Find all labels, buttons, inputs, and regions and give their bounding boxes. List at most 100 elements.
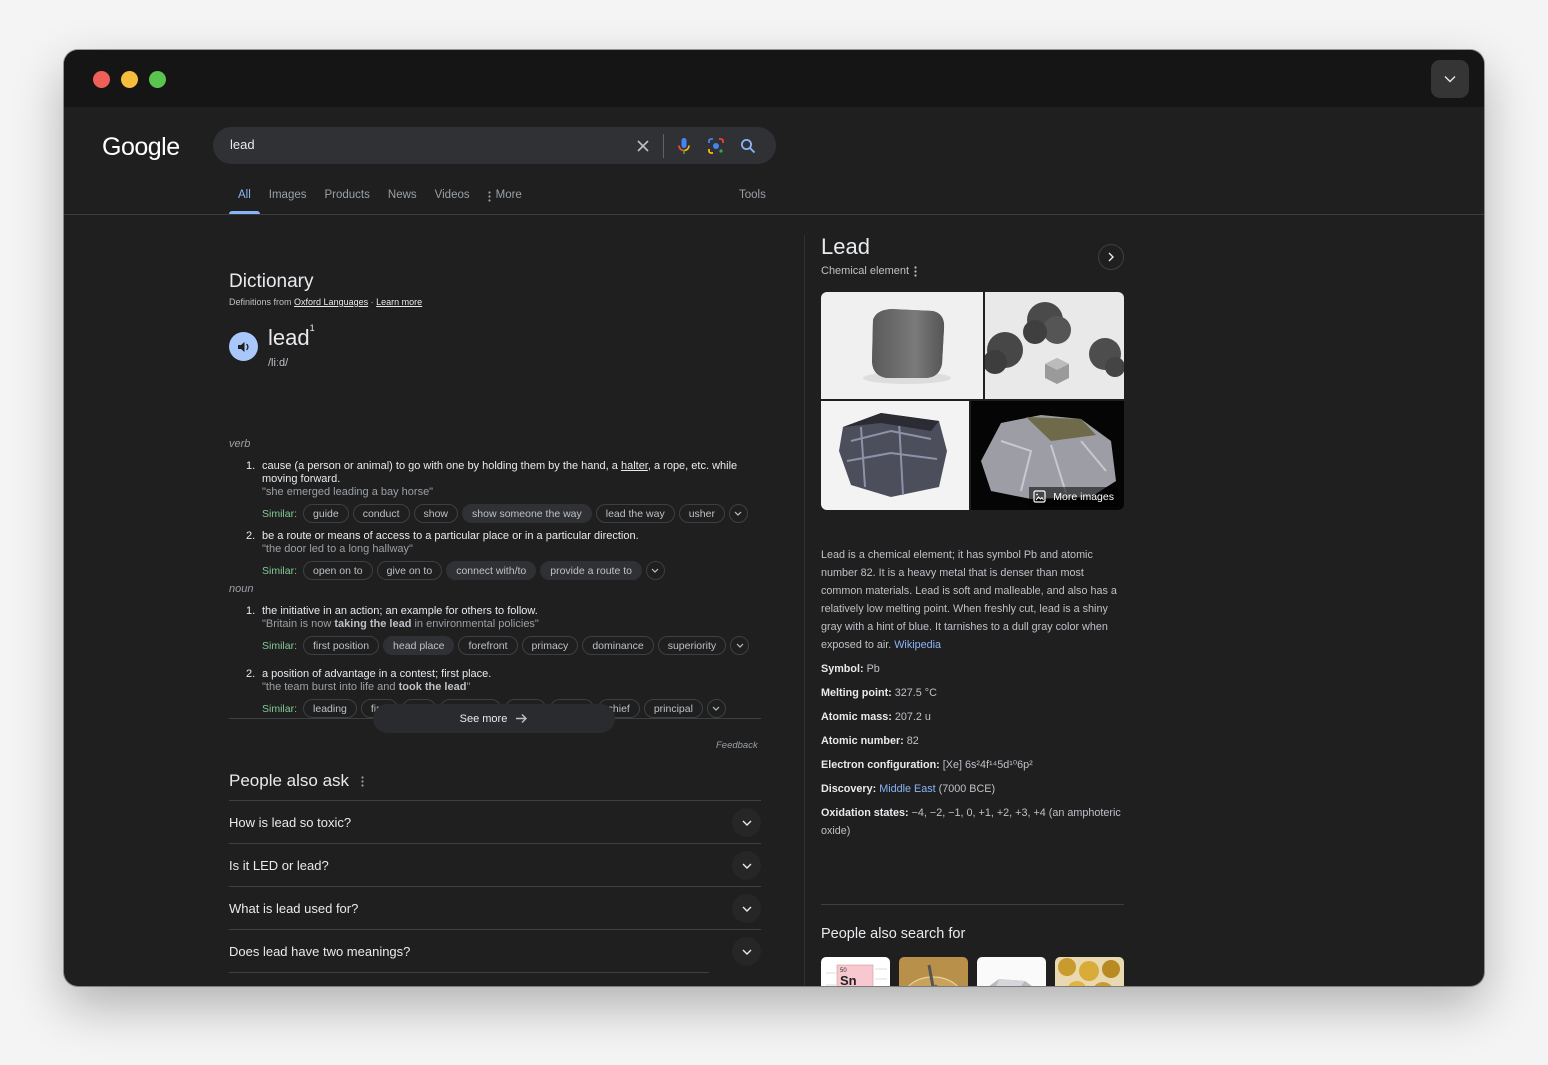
mercury-thumbnail[interactable] xyxy=(899,957,968,986)
similar-word-chip[interactable]: show xyxy=(413,504,459,523)
chevron-down-icon xyxy=(1444,76,1456,83)
phonetic: /liːd/ xyxy=(268,357,289,369)
verb-definition-2: 2. be a route or means of access to a pa… xyxy=(246,530,761,556)
chevron-down-icon[interactable] xyxy=(732,808,761,837)
chevron-down-icon[interactable] xyxy=(732,937,761,966)
kp-next-button[interactable] xyxy=(1098,244,1124,270)
similar-word-chip[interactable]: primacy xyxy=(521,636,579,655)
dictionary-title: Dictionary xyxy=(229,271,314,292)
noun-definition-1: 1. the initiative in an action; an examp… xyxy=(246,605,761,631)
search-icon[interactable] xyxy=(732,130,764,162)
kp-facts: Symbol: Pb Melting point: 327.5 °C Atomi… xyxy=(821,660,1124,846)
definition-example: "she emerged leading a bay horse" xyxy=(262,486,434,498)
google-logo[interactable]: Google xyxy=(102,133,180,162)
oxford-languages-link[interactable]: Oxford Languages xyxy=(294,297,368,307)
headword: lead1 xyxy=(268,323,315,351)
similar-words-verb-2: Similar: open on to give on to connect with… xyxy=(262,561,665,580)
search-input[interactable]: lead xyxy=(230,137,255,152)
see-more-button[interactable]: See more xyxy=(373,704,615,733)
browser-window: Google lead All Images Products News Vid… xyxy=(64,50,1484,986)
paa-question[interactable]: Is it LED or lead? xyxy=(229,843,761,886)
search-bar[interactable]: lead xyxy=(213,127,776,164)
similar-word-chip[interactable]: provide a route to xyxy=(540,561,642,580)
brass-thumbnail[interactable] xyxy=(1055,957,1124,986)
definition-example: "the team burst into life and took the l… xyxy=(262,681,471,693)
dictionary-source: Definitions from Oxford Languages · Lear… xyxy=(229,297,422,307)
fact-discovery: Discovery: Middle East (7000 BCE) xyxy=(821,783,996,795)
tab-more[interactable]: More xyxy=(479,187,531,212)
paa-question[interactable]: What is lead used for? xyxy=(229,886,761,929)
similar-word-chip[interactable]: open on to xyxy=(303,561,373,580)
tab-videos[interactable]: Videos xyxy=(426,187,479,212)
kp-description: Lead is a chemical element; it has symbo… xyxy=(821,546,1124,654)
similar-word-chip[interactable]: conduct xyxy=(352,504,410,523)
similar-word-chip[interactable]: guide xyxy=(303,504,349,523)
dictionary-feedback-link[interactable]: Feedback xyxy=(716,740,758,751)
search-tabs: All Images Products News Videos More xyxy=(229,187,531,214)
chevron-down-icon[interactable] xyxy=(732,894,761,923)
expand-similar-button[interactable] xyxy=(645,561,665,580)
similar-word-chip[interactable]: principal xyxy=(643,699,703,718)
fact-melting-point: Melting point: 327.5 °C xyxy=(821,687,937,699)
tab-more-label: More xyxy=(495,189,522,201)
close-window-button[interactable] xyxy=(93,71,110,88)
expand-similar-button[interactable] xyxy=(730,636,750,655)
aluminium-thumbnail[interactable] xyxy=(977,957,1046,986)
similar-word-chip[interactable]: first position xyxy=(303,636,380,655)
tab-products[interactable]: Products xyxy=(316,187,379,212)
tab-images[interactable]: Images xyxy=(260,187,316,212)
middle-east-link[interactable]: Middle East xyxy=(879,783,935,795)
similar-word-chip[interactable]: head place xyxy=(383,636,455,655)
paa-question[interactable]: How is lead so toxic? xyxy=(229,800,761,843)
google-lens-icon[interactable] xyxy=(700,130,732,162)
similar-word-chip[interactable]: connect with/to xyxy=(446,561,537,580)
part-of-speech-verb: verb xyxy=(229,438,251,450)
pronunciation-button[interactable] xyxy=(229,332,258,361)
verb-definition-1: 1. cause (a person or animal) to go with… xyxy=(246,460,761,499)
more-vertical-icon[interactable] xyxy=(914,265,917,277)
more-vertical-icon xyxy=(488,191,491,202)
tin-thumbnail[interactable]: 50 Sn xyxy=(821,957,890,986)
tab-all[interactable]: All xyxy=(229,187,260,214)
tools-button[interactable]: Tools xyxy=(739,189,766,201)
part-of-speech-noun: noun xyxy=(229,583,254,595)
chevron-down-icon[interactable] xyxy=(732,851,761,880)
divider xyxy=(821,904,1124,905)
tab-dropdown-button[interactable] xyxy=(1431,60,1469,98)
fact-atomic-number: Atomic number: 82 xyxy=(821,735,919,747)
lead-cube-image[interactable] xyxy=(821,292,983,399)
similar-word-chip[interactable]: leading xyxy=(303,699,357,718)
galena-image[interactable] xyxy=(821,401,969,510)
paa-question-text: Does lead have two meanings? xyxy=(229,944,411,959)
paa-question[interactable]: Does lead have two meanings? xyxy=(229,929,761,972)
similar-word-chip[interactable]: forefront xyxy=(458,636,518,655)
chevron-down-icon xyxy=(652,568,659,573)
expand-similar-button[interactable] xyxy=(728,504,748,523)
wikipedia-link[interactable]: Wikipedia xyxy=(894,639,941,651)
similar-word-chip[interactable]: give on to xyxy=(376,561,443,580)
tab-news[interactable]: News xyxy=(379,187,426,212)
lead-crystals-image[interactable] xyxy=(985,292,1124,399)
fact-electron-configuration: Electron configuration: [Xe] 6s²4f¹⁴5d¹⁰… xyxy=(821,759,1033,771)
search-header: Google lead All Images Products News Vid… xyxy=(64,107,1484,215)
definition-text: a position of advantage in a contest; fi… xyxy=(262,668,492,680)
similar-word-chip[interactable]: lead the way xyxy=(595,504,675,523)
more-images-button[interactable]: More images xyxy=(1029,487,1118,506)
similar-words-verb-1: Similar: guide conduct show show someone the… xyxy=(262,504,748,523)
similar-label: Similar: xyxy=(262,702,298,715)
similar-word-chip[interactable]: show someone the way xyxy=(462,504,592,523)
minimize-window-button[interactable] xyxy=(121,71,138,88)
expand-similar-button[interactable] xyxy=(706,699,726,718)
chevron-down-icon xyxy=(736,643,744,648)
microphone-icon[interactable] xyxy=(668,130,700,162)
lead-ore-image[interactable]: More images xyxy=(971,401,1124,510)
similar-word-chip[interactable]: dominance xyxy=(582,636,654,655)
more-vertical-icon[interactable] xyxy=(361,775,364,787)
similar-word-chip[interactable]: usher xyxy=(678,504,725,523)
similar-word-chip[interactable]: superiority xyxy=(657,636,727,655)
close-icon[interactable] xyxy=(627,130,659,162)
learn-more-link[interactable]: Learn more xyxy=(376,297,422,307)
maximize-window-button[interactable] xyxy=(149,71,166,88)
people-also-search-title: People also search for xyxy=(821,926,966,942)
halter-link[interactable]: halter xyxy=(621,460,648,472)
